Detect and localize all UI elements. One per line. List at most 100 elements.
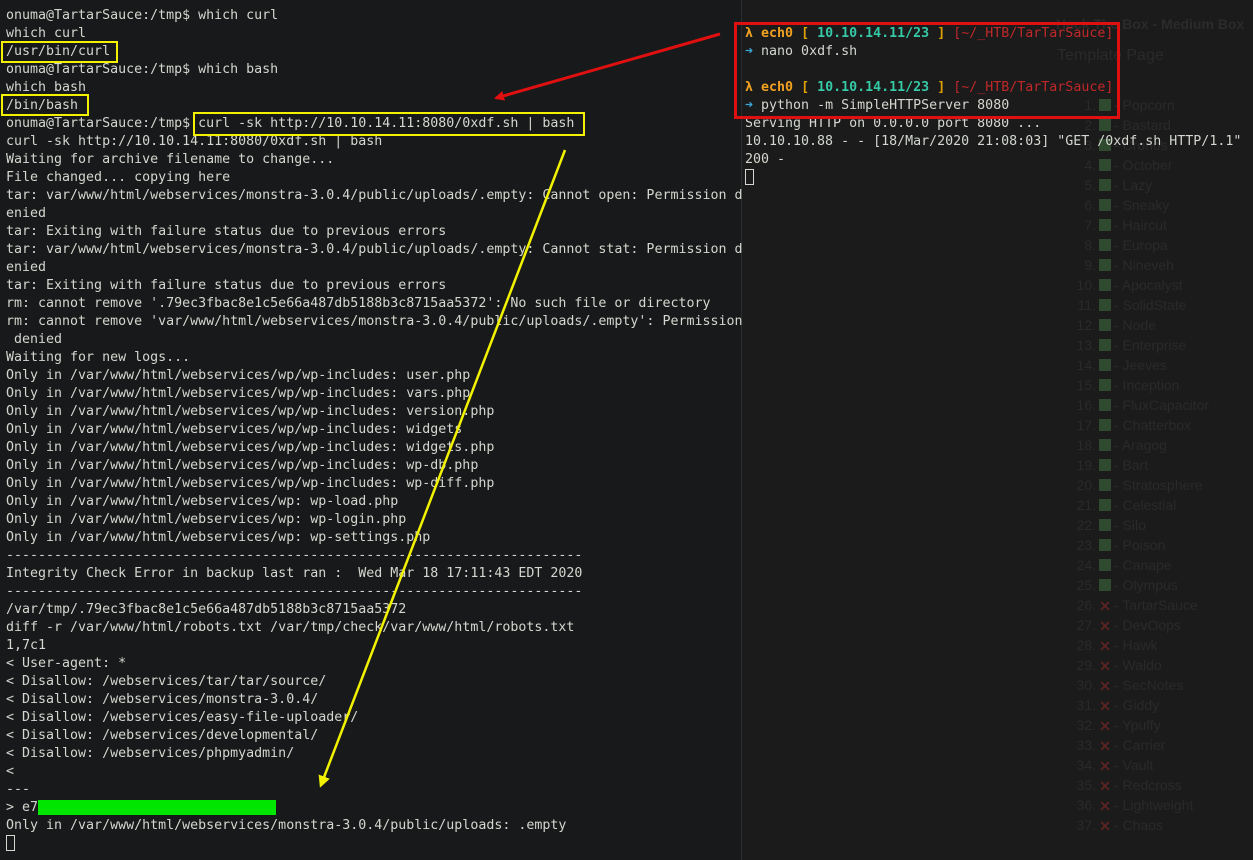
check-icon: [1099, 539, 1111, 551]
terminal-line: Only in /var/www/html/webservices/wp: wp…: [6, 512, 407, 527]
terminal-line: tar: var/www/html/webservices/monstra-3.…: [6, 242, 743, 257]
terminal-line: /var/tmp/.79ec3fbac8e1c5e66a487db5188b3c…: [6, 602, 407, 617]
machine-name: - TartarSauce: [1114, 597, 1198, 613]
cross-icon: ✕: [1099, 618, 1111, 634]
cursor-line: [6, 835, 743, 853]
machine-number: 14.: [1076, 357, 1096, 373]
machine-list-item: 29. ✕ - Waldo: [1070, 655, 1209, 675]
machine-number: 27.: [1076, 617, 1096, 633]
cross-icon: ✕: [1099, 718, 1111, 734]
machine-list-item: 15. - Inception: [1070, 375, 1209, 395]
terminal-line: Waiting for archive filename to change..…: [6, 152, 335, 167]
machine-list-item: 9. - Nineveh: [1070, 255, 1209, 275]
flag-redaction: [38, 799, 277, 815]
machine-list-item: 31. ✕ - Giddy: [1070, 695, 1209, 715]
highlight-box-bash-path: [1, 94, 89, 116]
machine-list-item: 24. - Canape: [1070, 555, 1209, 575]
terminal-line: Integrity Check Error in backup last ran…: [6, 566, 583, 581]
check-icon: [1099, 299, 1111, 311]
terminal-line: Only in /var/www/html/webservices/wp: wp…: [6, 530, 431, 545]
machine-list-item: 36. ✕ - Lightweight: [1070, 795, 1209, 815]
terminal-line: rm: cannot remove '.79ec3fbac8e1c5e66a48…: [6, 296, 711, 311]
machine-list-item: 32. ✕ - Ypuffy: [1070, 715, 1209, 735]
machine-name: - Silo: [1114, 517, 1146, 533]
machine-name: - Poison: [1114, 537, 1166, 553]
terminal-line: onuma@TartarSauce:/tmp$ which curl: [6, 8, 279, 23]
machine-name: - Chatterbox: [1114, 417, 1192, 433]
terminal-line: File changed... copying here: [6, 170, 231, 185]
terminal-line: which bash: [6, 80, 87, 95]
terminal-line: enied: [6, 260, 47, 275]
check-icon: [1099, 359, 1111, 371]
cross-icon: ✕: [1099, 798, 1111, 814]
machine-name: - Lightweight: [1114, 797, 1194, 813]
check-icon: [1099, 339, 1111, 351]
machine-number: 9.: [1084, 257, 1096, 273]
terminal-line: tar: var/www/html/webservices/monstra-3.…: [6, 188, 743, 203]
machine-number: 25.: [1076, 577, 1096, 593]
machine-list-item: 19. - Bart: [1070, 455, 1209, 475]
check-icon: [1099, 219, 1111, 231]
flag-prefix: > e7: [6, 800, 39, 815]
terminal-line: Only in /var/www/html/webservices/wp/wp-…: [6, 386, 471, 401]
check-icon: [1099, 479, 1111, 491]
machine-list-item: 30. ✕ - SecNotes: [1070, 675, 1209, 695]
machine-name: - Aragog: [1114, 437, 1167, 453]
terminal-line: Only in /var/www/html/webservices/wp/wp-…: [6, 458, 479, 473]
machine-number: 29.: [1076, 657, 1096, 673]
machine-number: 23.: [1076, 537, 1096, 553]
terminal-line: enied: [6, 206, 47, 221]
flag-line: > e7: [6, 799, 743, 817]
machine-list-item: 16. - FluxCapacitor: [1070, 395, 1209, 415]
server-output-2: 10.10.10.88 - - [18/Mar/2020 21:08:03] "…: [745, 134, 1242, 149]
check-icon: [1099, 459, 1111, 471]
cross-icon: ✕: [1099, 818, 1111, 834]
terminal-line: ---: [6, 782, 31, 797]
cross-icon: ✕: [1099, 698, 1111, 714]
machine-name: - Olympus: [1114, 577, 1178, 593]
terminal-line: ----------------------------------------…: [6, 584, 583, 599]
terminal-line: Only in /var/www/html/webservices/wp: wp…: [6, 494, 399, 509]
machine-name: - SecNotes: [1114, 677, 1184, 693]
terminal-line: onuma@TartarSauce:/tmp$ which bash: [6, 62, 279, 77]
machine-number: 30.: [1076, 677, 1096, 693]
terminal-line: 1,7c1: [6, 638, 47, 653]
cross-icon: ✕: [1099, 598, 1111, 614]
machine-list-item: 28. ✕ - Hawk: [1070, 635, 1209, 655]
terminal-line: < Disallow: /webservices/monstra-3.0.4/: [6, 692, 319, 707]
machine-number: 8.: [1084, 237, 1096, 253]
machine-list-item: 12. - Node: [1070, 315, 1209, 335]
machine-name: - FluxCapacitor: [1114, 397, 1209, 413]
machine-name: - Inception: [1114, 377, 1180, 393]
machine-number: 22.: [1076, 517, 1096, 533]
terminal-cursor: [6, 835, 15, 851]
machine-list-item: 6. - Sneaky: [1070, 195, 1209, 215]
check-icon: [1099, 239, 1111, 251]
machine-name: - Bart: [1114, 457, 1149, 473]
machine-name: - Canape: [1114, 557, 1172, 573]
check-icon: [1099, 439, 1111, 451]
machine-name: - Vault: [1114, 757, 1154, 773]
check-icon: [1099, 579, 1111, 591]
machine-name: - Celestial: [1114, 497, 1177, 513]
machine-list-item: 33. ✕ - Carrier: [1070, 735, 1209, 755]
check-icon: [1099, 499, 1111, 511]
machine-number: 17.: [1076, 417, 1096, 433]
machine-number: 16.: [1076, 397, 1096, 413]
terminal-line: Only in /var/www/html/webservices/wp/wp-…: [6, 368, 471, 383]
machine-name: - Chaos: [1114, 817, 1164, 833]
machine-name: - Hawk: [1114, 637, 1158, 653]
machine-name: - Sneaky: [1114, 197, 1170, 213]
machine-list-item: 17. - Chatterbox: [1070, 415, 1209, 435]
machine-name: - Carrier: [1114, 737, 1166, 753]
terminal-line: < User-agent: *: [6, 656, 127, 671]
machine-number: 11.: [1077, 297, 1096, 313]
terminal-line: tar: Exiting with failure status due to …: [6, 224, 447, 239]
check-icon: [1099, 379, 1111, 391]
machine-number: 19.: [1076, 457, 1096, 473]
machine-number: 32.: [1076, 717, 1096, 733]
terminal-line: Only in /var/www/html/webservices/wp/wp-…: [6, 440, 495, 455]
machine-name: - Haircut: [1114, 217, 1167, 233]
machine-name: - Ypuffy: [1114, 717, 1161, 733]
machine-number: 26.: [1076, 597, 1096, 613]
